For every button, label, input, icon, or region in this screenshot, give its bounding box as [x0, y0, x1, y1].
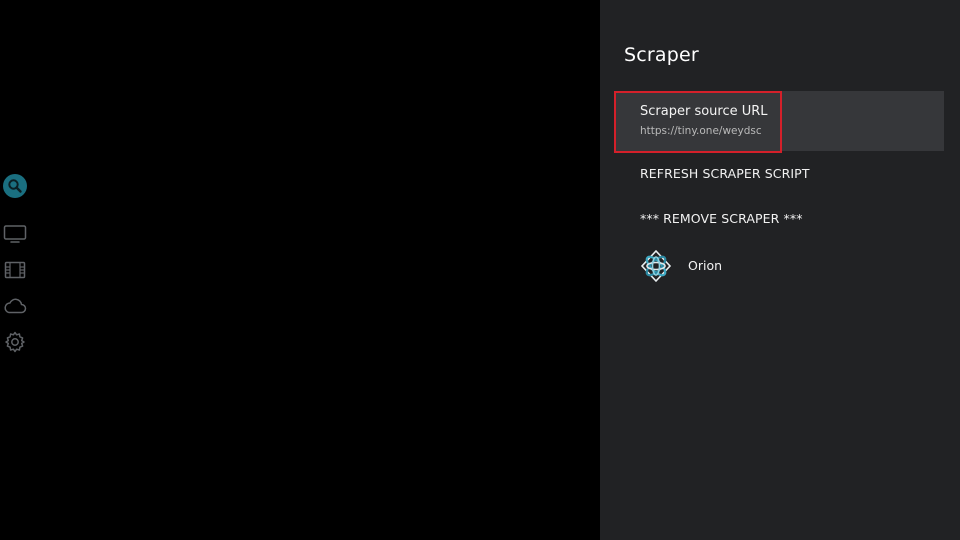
orion-label: Orion [688, 258, 723, 273]
sidebar-item-settings[interactable] [2, 329, 28, 355]
sidebar-item-movies[interactable] [2, 257, 28, 283]
panel-title: Scraper [624, 44, 699, 66]
film-icon [4, 261, 26, 279]
screen: Scraper Scraper source URL https://tiny.… [0, 0, 960, 540]
orion-item[interactable]: Orion [616, 246, 944, 286]
search-icon [3, 174, 27, 198]
sidebar-item-cloud[interactable] [2, 293, 28, 319]
selection-highlight [614, 91, 782, 153]
gear-icon [5, 331, 25, 353]
remove-scraper-item[interactable]: *** REMOVE SCRAPER *** [616, 207, 944, 233]
orion-logo-icon [640, 249, 672, 283]
sidebar-item-search[interactable] [2, 173, 28, 199]
scraper-source-url-label: Scraper source URL [640, 104, 768, 119]
sidebar-nav [0, 0, 30, 540]
sidebar-item-tv[interactable] [2, 221, 28, 247]
remove-scraper-label: *** REMOVE SCRAPER *** [640, 211, 803, 226]
scraper-panel: Scraper Scraper source URL https://tiny.… [600, 0, 960, 540]
cloud-icon [4, 298, 27, 314]
refresh-scraper-script-label: REFRESH SCRAPER SCRIPT [640, 166, 810, 181]
scraper-source-url-value: https://tiny.one/weydsc [640, 125, 762, 137]
tv-icon [3, 225, 27, 243]
scraper-source-url-item[interactable]: Scraper source URL https://tiny.one/weyd… [614, 91, 944, 153]
refresh-scraper-script-item[interactable]: REFRESH SCRAPER SCRIPT [616, 162, 944, 188]
